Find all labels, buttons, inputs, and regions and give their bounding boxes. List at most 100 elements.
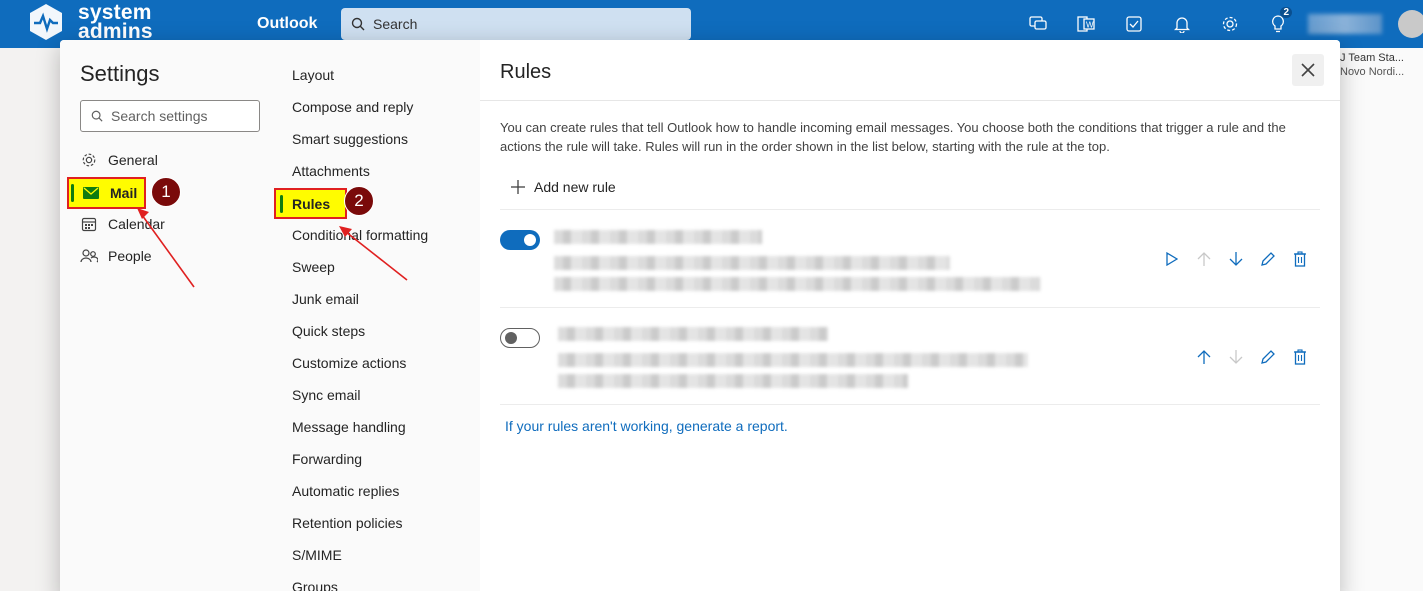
edit-rule-button[interactable] xyxy=(1256,345,1280,369)
step-marker-1: 1 xyxy=(151,177,181,207)
trash-icon xyxy=(1294,349,1306,365)
add-new-rule-label: Add new rule xyxy=(534,179,616,195)
subsection-automatic-replies[interactable]: Automatic replies xyxy=(292,483,399,499)
teams-chat-icon[interactable] xyxy=(1022,12,1054,36)
calendar-icon xyxy=(80,216,98,232)
settings-dialog: Settings Search settings General Mail Ca… xyxy=(60,40,1340,591)
app-name[interactable]: Outlook xyxy=(257,15,317,33)
brand-logo[interactable]: system admins xyxy=(26,2,153,42)
subsection-forwarding[interactable]: Forwarding xyxy=(292,451,362,467)
global-search-box[interactable]: Search xyxy=(341,8,691,40)
play-icon xyxy=(1166,252,1178,266)
background-message-list: J Team Sta... Novo Nordi... xyxy=(1340,48,1423,591)
gear-icon xyxy=(80,152,98,168)
delete-rule-button[interactable] xyxy=(1288,345,1312,369)
rule-separator xyxy=(500,404,1320,405)
background-item-line-2: Novo Nordi... xyxy=(1340,66,1405,78)
pencil-icon xyxy=(1261,252,1275,266)
move-rule-down-button[interactable] xyxy=(1224,247,1248,271)
pencil-icon xyxy=(1261,350,1275,364)
close-icon xyxy=(1301,63,1315,77)
rule-separator xyxy=(500,209,1320,210)
redacted-rule-2-condition xyxy=(558,353,1028,367)
gear-icon[interactable] xyxy=(1214,12,1246,36)
bell-icon[interactable] xyxy=(1166,12,1198,36)
redacted-rule-1-condition xyxy=(554,256,950,270)
category-general[interactable]: General xyxy=(80,146,158,174)
rules-pane: Rules You can create rules that tell Out… xyxy=(480,40,1340,591)
move-rule-up-button[interactable] xyxy=(1192,345,1216,369)
office-apps-icon[interactable]: W xyxy=(1070,12,1102,36)
arrow-down-icon xyxy=(1229,350,1243,364)
mail-subsections-pane: Layout Compose and reply Smart suggestio… xyxy=(274,40,480,591)
svg-text:W: W xyxy=(1086,21,1094,30)
edit-rule-button[interactable] xyxy=(1256,247,1280,271)
rule-1-toggle[interactable] xyxy=(500,230,540,250)
move-rule-down-button[interactable] xyxy=(1224,345,1248,369)
header-toolbar: W 2 xyxy=(1022,7,1310,36)
subsection-sweep[interactable]: Sweep xyxy=(292,259,335,275)
selected-indicator xyxy=(280,194,283,213)
page-title: Rules xyxy=(500,61,552,83)
category-label: General xyxy=(108,152,158,168)
search-settings-placeholder: Search settings xyxy=(111,108,208,124)
search-placeholder: Search xyxy=(373,16,418,32)
settings-categories-pane: Settings Search settings General Mail Ca… xyxy=(60,40,278,591)
search-icon xyxy=(91,110,103,122)
arrow-up-icon xyxy=(1197,350,1211,364)
subsection-rules[interactable]: Rules xyxy=(274,188,347,219)
search-settings-input[interactable]: Search settings xyxy=(80,100,260,132)
rules-description: You can create rules that tell Outlook h… xyxy=(500,120,1286,154)
settings-title: Settings xyxy=(80,61,160,86)
plus-icon xyxy=(511,180,525,194)
run-rule-button[interactable] xyxy=(1160,247,1184,271)
delete-rule-button[interactable] xyxy=(1288,247,1312,271)
subsection-attachments[interactable]: Attachments xyxy=(292,163,370,179)
mail-icon xyxy=(82,187,100,199)
redacted-rule-2-action xyxy=(558,374,908,388)
category-calendar[interactable]: Calendar xyxy=(80,210,165,238)
move-rule-up-button[interactable] xyxy=(1192,247,1216,271)
subsection-label: Rules xyxy=(292,195,331,212)
subsection-quick-steps[interactable]: Quick steps xyxy=(292,323,365,339)
subsection-sync-email[interactable]: Sync email xyxy=(292,387,360,403)
redacted-rule-1-name xyxy=(554,230,762,244)
heartbeat-logo-icon xyxy=(30,4,62,40)
category-label: People xyxy=(108,248,152,264)
redacted-account-name xyxy=(1308,14,1382,34)
background-nav-pane xyxy=(0,48,60,591)
step-marker-2: 2 xyxy=(344,186,374,216)
lightbulb-icon[interactable]: 2 xyxy=(1262,7,1294,36)
redacted-rule-2-name xyxy=(558,327,828,341)
category-label: Mail xyxy=(110,185,138,201)
add-new-rule-button[interactable]: Add new rule xyxy=(510,179,616,195)
subsection-compose-and-reply[interactable]: Compose and reply xyxy=(292,99,413,115)
people-icon xyxy=(80,249,98,263)
subsection-junk-email[interactable]: Junk email xyxy=(292,291,359,307)
background-item-line-1: J Team Sta... xyxy=(1340,52,1404,64)
todo-icon[interactable] xyxy=(1118,12,1150,36)
trash-icon xyxy=(1294,251,1306,267)
subsection-layout[interactable]: Layout xyxy=(292,67,334,83)
subsection-customize-actions[interactable]: Customize actions xyxy=(292,355,406,371)
notification-badge: 2 xyxy=(1280,7,1292,18)
category-mail[interactable]: Mail xyxy=(67,177,146,209)
generate-report-link[interactable]: If your rules aren't working, generate a… xyxy=(505,418,788,434)
subsection-smart-suggestions[interactable]: Smart suggestions xyxy=(292,131,408,147)
subsection-retention-policies[interactable]: Retention policies xyxy=(292,515,403,531)
subsection-message-handling[interactable]: Message handling xyxy=(292,419,406,435)
selected-indicator xyxy=(71,184,74,202)
category-label: Calendar xyxy=(108,216,165,232)
arrow-down-icon xyxy=(1229,252,1243,266)
rule-2-toggle[interactable] xyxy=(500,328,540,348)
brand-line-2: admins xyxy=(78,20,153,43)
subsection-conditional-formatting[interactable]: Conditional formatting xyxy=(292,227,428,243)
category-people[interactable]: People xyxy=(80,242,152,270)
avatar[interactable] xyxy=(1398,10,1423,38)
subsection-groups[interactable]: Groups xyxy=(292,579,338,591)
header-divider xyxy=(480,100,1340,101)
subsection-smime[interactable]: S/MIME xyxy=(292,547,342,563)
arrow-up-icon xyxy=(1197,252,1211,266)
search-icon xyxy=(351,17,365,31)
close-button[interactable] xyxy=(1292,54,1324,86)
